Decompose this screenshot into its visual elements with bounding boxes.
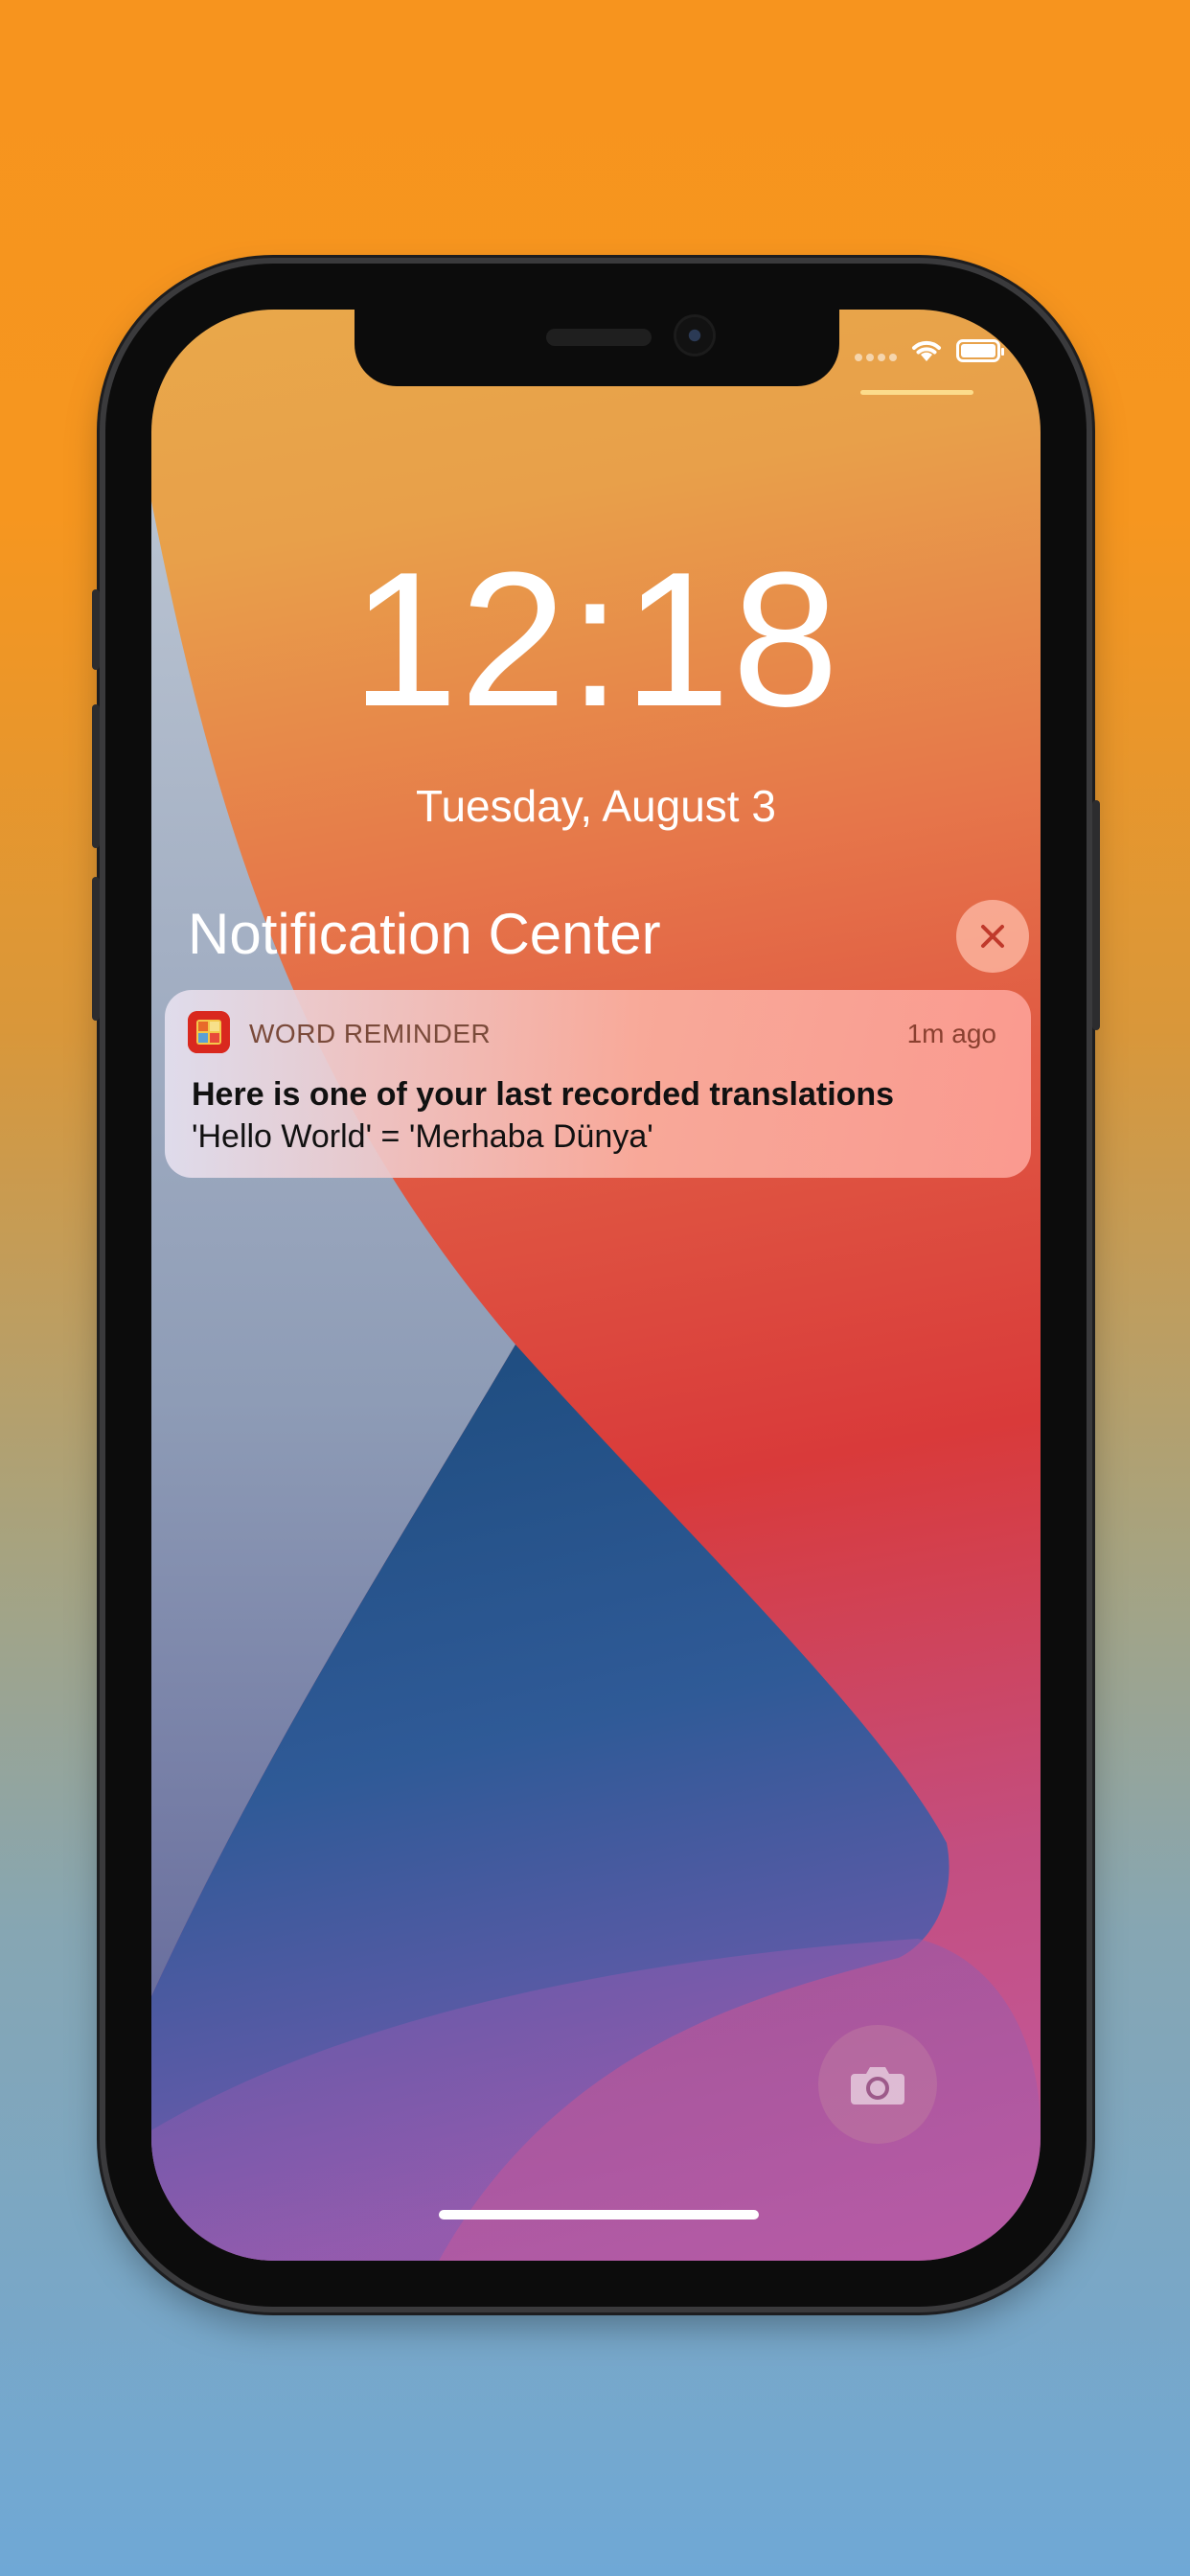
- volume-up-button: [92, 704, 100, 848]
- notification-title: Here is one of your last recorded transl…: [192, 1076, 895, 1113]
- lock-time: 12:18: [351, 533, 841, 747]
- lock-screen: 12:18 Tuesday, August 3 Notification Cen…: [151, 310, 1041, 2261]
- battery-icon: [956, 339, 1004, 362]
- front-camera: [676, 317, 713, 354]
- earpiece-speaker: [546, 329, 652, 346]
- power-button: [1092, 800, 1100, 1030]
- signal-dots-icon: [855, 354, 897, 361]
- lock-date: Tuesday, August 3: [416, 781, 776, 831]
- word-reminder-app-icon: [188, 1011, 230, 1053]
- notification-center-title: Notification Center: [188, 902, 661, 966]
- notch: [355, 310, 839, 386]
- notification-app-name: WORD REMINDER: [249, 1019, 492, 1048]
- camera-icon: [851, 2067, 904, 2104]
- status-bar: [855, 338, 1004, 363]
- notification-body: 'Hello World' = 'Merhaba Dünya': [192, 1118, 653, 1155]
- volume-down-button: [92, 877, 100, 1021]
- control-center-indicator[interactable]: [860, 390, 973, 395]
- notification-timestamp: 1m ago: [906, 1019, 996, 1048]
- camera-shortcut-button[interactable]: [818, 2025, 937, 2144]
- wifi-icon: [912, 340, 941, 361]
- clear-notifications-button[interactable]: [956, 900, 1029, 973]
- iphone-frame: 12:18 Tuesday, August 3 Notification Cen…: [92, 264, 1100, 2307]
- notification-card[interactable]: WORD REMINDER 1m ago Here is one of your…: [165, 990, 1031, 1178]
- mute-switch: [92, 589, 100, 670]
- home-indicator[interactable]: [439, 2210, 759, 2220]
- close-icon: [981, 925, 1004, 948]
